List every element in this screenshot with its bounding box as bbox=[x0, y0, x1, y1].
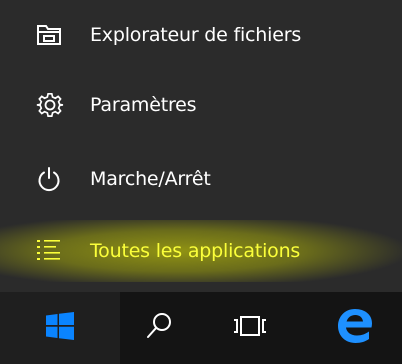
menu-item-label: Toutes les applications bbox=[90, 240, 301, 262]
menu-item-power[interactable]: Marche/Arrêt bbox=[0, 152, 402, 206]
edge-icon bbox=[335, 306, 375, 350]
task-view-icon bbox=[232, 314, 268, 342]
search-button[interactable] bbox=[124, 292, 196, 364]
menu-item-settings[interactable]: Paramètres bbox=[0, 78, 402, 132]
edge-button[interactable] bbox=[310, 292, 400, 364]
task-view-button[interactable] bbox=[210, 292, 290, 364]
gear-icon bbox=[36, 90, 76, 120]
start-button[interactable] bbox=[0, 292, 120, 364]
file-explorer-icon bbox=[36, 20, 76, 50]
power-icon bbox=[36, 164, 76, 194]
start-menu: Explorateur de fichiers Paramètres March… bbox=[0, 0, 402, 292]
menu-item-label: Marche/Arrêt bbox=[90, 168, 211, 190]
taskbar bbox=[0, 292, 402, 364]
menu-item-label: Explorateur de fichiers bbox=[90, 24, 302, 46]
list-icon bbox=[36, 236, 76, 266]
menu-item-label: Paramètres bbox=[90, 94, 197, 116]
menu-item-file-explorer[interactable]: Explorateur de fichiers bbox=[0, 8, 402, 62]
menu-item-all-apps[interactable]: Toutes les applications bbox=[0, 220, 402, 282]
windows-logo-icon bbox=[45, 311, 75, 345]
search-icon bbox=[146, 311, 174, 345]
